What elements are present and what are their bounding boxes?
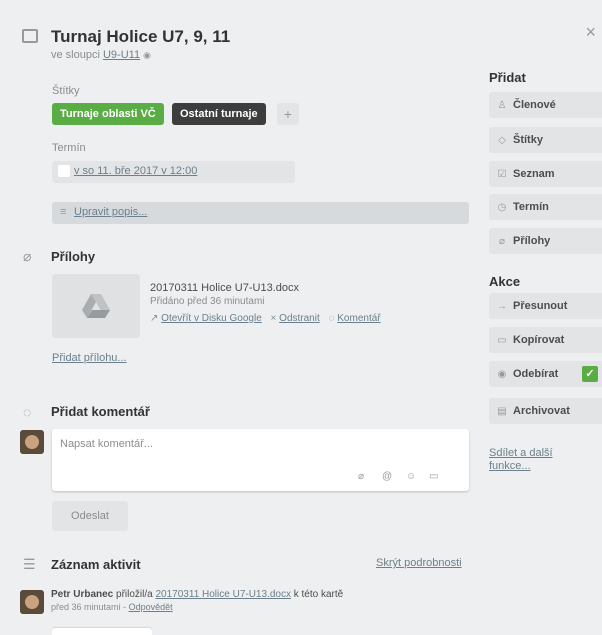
add-label-button[interactable]: + [277,103,299,125]
tag-icon: ◇ [498,134,506,146]
description-icon: ≡ [60,206,67,218]
sidebar-due-button[interactable]: ◷ Termín [489,194,602,220]
mention-icon[interactable]: @ [382,471,392,482]
remove-attachment-link[interactable]: Odstranit [279,313,320,324]
sidebar-members-button[interactable]: ♙ Členové [489,92,602,118]
send-comment-button[interactable]: Odeslat [52,501,128,531]
attach-icon[interactable]: ⌀ [358,471,364,482]
activity-entry: Petr Urbanec přiložil/a 20170311 Holice … [51,589,343,600]
avatar[interactable] [20,590,44,614]
eye-icon: ◉ [497,368,507,380]
add-heading: Přidat [489,70,526,85]
label-tag[interactable]: Ostatní turnaje [172,103,266,125]
card-list-info: ve sloupci U9-U11 ◉ [51,49,151,61]
card-icon: ▭ [497,334,507,346]
comment-attachment-link[interactable]: Komentář [337,313,380,324]
comment-heading: Přidat komentář [51,404,150,419]
label-tag[interactable]: Turnaje oblasti VČ [52,103,164,125]
sidebar-button-label: Přílohy [513,235,551,247]
sidebar-button-label: Archivovat [513,405,570,417]
checklist-icon: ☑ [497,168,507,180]
sidebar-attachment-button[interactable]: ⌀ Přílohy [489,228,602,254]
activity-file-link[interactable]: 20170311 Holice U7-U13.docx [156,589,291,600]
sidebar-subscribe-button[interactable]: ◉ Odebírat ✓ [489,361,602,387]
attachment-added: Přidáno před 36 minutami [150,296,265,307]
activity-icon: ☰ [23,556,36,572]
sidebar-button-label: Termín [513,201,549,213]
actions-heading: Akce [489,274,521,289]
activity-meta: před 36 minutami - Odpovědět [51,602,173,612]
labels-heading: Štítky [52,85,80,97]
open-in-drive-link[interactable]: Otevřít v Disku Google [161,313,262,324]
attachment-thumbnail[interactable] [52,274,140,338]
due-date-badge[interactable]: v so 11. bře 2017 v 12:00 [52,161,295,183]
google-drive-icon [82,294,110,318]
due-complete-checkbox[interactable] [58,165,70,177]
share-more-link[interactable]: Sdílet a další funkce... [489,447,579,473]
checkmark-icon: ✓ [582,366,598,382]
activity-separator: - [123,602,127,612]
archive-icon: ▤ [497,405,507,417]
activity-user[interactable]: Petr Urbanec [51,589,113,600]
emoji-icon[interactable]: ☺ [406,471,416,482]
due-heading: Termín [52,142,86,154]
paperclip-icon: ⌀ [498,235,506,247]
comment-icon: ◌ [328,313,335,324]
list-prefix: ve sloupci [51,49,100,61]
list-link[interactable]: U9-U11 [103,49,140,61]
edit-description-link[interactable]: Upravit popis... [74,206,147,218]
clock-icon: ◷ [497,201,507,213]
activity-suffix: k této kartě [293,589,344,600]
sidebar-copy-button[interactable]: ▭ Kopírovat [489,327,602,353]
sidebar-button-label: Kopírovat [513,334,565,346]
card-icon [22,29,38,43]
reply-link[interactable]: Odpovědět [129,602,173,612]
speech-bubble-icon: ◌ [23,404,32,420]
card-link-icon[interactable]: ▭ [429,471,438,482]
attachment-actions: ↗ Otevřít v Disku Google × Odstranit ◌ K… [150,313,381,324]
sidebar-labels-button[interactable]: ◇ Štítky [489,127,602,153]
sidebar-archive-button[interactable]: ▤ Archivovat [489,398,602,424]
remove-icon: × [270,313,277,324]
sidebar-button-label: Štítky [513,134,543,146]
sidebar-move-button[interactable]: → Přesunout [489,293,602,319]
sidebar-button-label: Přesunout [513,300,568,312]
sidebar-button-label: Odebírat [513,368,559,380]
comment-placeholder: Napsat komentář... [60,438,153,450]
eye-icon: ◉ [143,50,151,60]
paperclip-icon: ⌀ [23,248,32,264]
card-title[interactable]: Turnaj Holice U7, 9, 11 [51,27,230,47]
sidebar-button-label: Seznam [513,168,555,180]
external-link-icon: ↗ [150,313,159,324]
add-attachment-link[interactable]: Přidat přílohu... [52,352,127,364]
activity-action: přiložil/a [116,589,153,600]
sidebar-checklist-button[interactable]: ☑ Seznam [489,161,602,187]
hide-details-link[interactable]: Skrýt podrobnosti [376,557,462,569]
comment-input[interactable]: Napsat komentář... ⌀ @ ☺ ▭ [52,429,469,491]
attachment-name[interactable]: 20170311 Holice U7-U13.docx [150,282,299,294]
person-icon: ♙ [497,99,507,111]
close-icon[interactable]: × [585,22,596,43]
edit-description-button[interactable]: ≡ Upravit popis... [52,202,469,224]
sidebar-button-label: Členové [513,99,556,111]
avatar[interactable] [20,430,44,454]
attachments-heading: Přílohy [51,249,96,264]
arrow-right-icon: → [497,300,507,312]
due-date-link[interactable]: v so 11. bře 2017 v 12:00 [74,165,197,177]
next-entry-edge [52,628,152,635]
activity-heading: Záznam aktivit [51,557,141,572]
activity-time: před 36 minutami [51,602,121,612]
